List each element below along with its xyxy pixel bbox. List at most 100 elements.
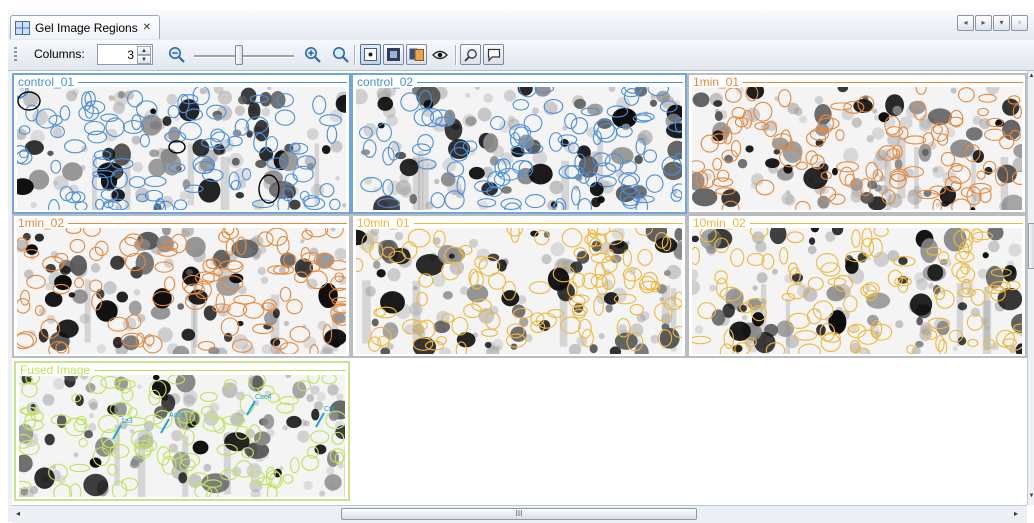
gel-image[interactable] (356, 87, 682, 210)
gel-spot-faint (409, 302, 424, 317)
visibility-eye-icon[interactable] (429, 44, 450, 65)
gel-spot-faint (249, 478, 263, 493)
gel-panel[interactable]: control_01 (12, 73, 351, 214)
maximize-button[interactable]: ▫ (1011, 15, 1028, 31)
gel-spot (547, 267, 570, 291)
gel-spot (713, 100, 723, 107)
gel-image[interactable] (692, 228, 1022, 354)
gel-spot (692, 188, 718, 207)
gel-spot-faint (531, 107, 539, 115)
gel-spot (112, 143, 131, 166)
scroll-up-icon[interactable]: ▲ (1028, 73, 1034, 79)
annotation-label[interactable]: 1a3 (121, 418, 133, 425)
gel-spot (610, 147, 634, 165)
gel-spot (95, 300, 118, 322)
gel-spot-faint (157, 327, 173, 343)
gel-spot (828, 310, 847, 335)
scroll-tabs-left-button[interactable]: ◂ (957, 15, 974, 31)
gel-panel[interactable]: 10min_01 (351, 214, 687, 358)
gel-spot (484, 341, 492, 348)
panel-title: 1min_01 (692, 75, 741, 89)
gel-spot-faint (851, 117, 862, 128)
zoom-fit-icon[interactable] (332, 46, 350, 64)
scroll-tabs-right-button[interactable]: ▸ (975, 15, 992, 31)
gel-panel[interactable]: control_02 (351, 73, 687, 214)
gel-spot (148, 158, 167, 177)
gel-spot-faint (709, 284, 717, 292)
gel-spot-faint (319, 490, 326, 497)
gel-spot-faint (741, 314, 748, 321)
gel-spot (957, 302, 968, 311)
toolbar-grip[interactable] (14, 47, 17, 63)
zoom-out-icon[interactable] (168, 46, 186, 64)
scroll-left-icon[interactable]: ◂ (16, 509, 20, 518)
gel-spot (85, 382, 96, 393)
gel-spot-faint (96, 344, 106, 354)
gel-spot-faint (365, 286, 376, 297)
gel-spot-faint (915, 278, 928, 291)
gel-image[interactable] (17, 228, 346, 354)
overlay-button[interactable] (406, 44, 427, 65)
vertical-scrollbar[interactable]: ▲ ▼ (1027, 71, 1034, 505)
show-image-button[interactable] (383, 44, 404, 65)
gel-spot (253, 431, 271, 446)
gel-spot-faint (79, 313, 90, 324)
gel-spot (321, 145, 331, 155)
gel-spot-faint (503, 89, 516, 102)
zoom-in-icon[interactable] (304, 46, 322, 64)
gel-spot (84, 430, 94, 439)
gel-spot-faint (132, 161, 143, 173)
gel-spot-faint (394, 231, 404, 241)
gel-spot (262, 414, 275, 430)
gel-spot (192, 139, 210, 157)
gel-panel[interactable]: 1min_01 (687, 73, 1027, 214)
gel-spot (110, 255, 125, 270)
gel-spot-faint (53, 378, 65, 390)
gel-spot (649, 99, 658, 107)
gel-spot-faint (217, 304, 229, 317)
horizontal-scrollbar[interactable]: ◂ III ▸ (12, 505, 1027, 523)
close-icon[interactable]: ✕ (143, 22, 151, 33)
columns-value[interactable]: 3 (127, 48, 134, 62)
annotation-label[interactable]: Acd1 (169, 412, 185, 419)
gel-image[interactable] (17, 87, 346, 210)
gel-spot (916, 317, 923, 326)
gel-panel[interactable]: 10min_02 (687, 214, 1027, 358)
gel-spot (589, 181, 604, 197)
gel-spot-faint (661, 313, 673, 325)
columns-spinner[interactable]: 3 ▲ ▼ (97, 44, 153, 65)
gel-spot (440, 172, 456, 187)
gel-spot-faint (932, 165, 945, 179)
zoom-slider-track[interactable] (194, 55, 294, 58)
show-spots-button[interactable] (360, 44, 381, 65)
gel-image[interactable] (356, 228, 682, 354)
tab-list-button[interactable]: ▾ (993, 15, 1010, 31)
gel-panel[interactable]: Fused Image Acd1 1a3 Cac4 Ct4 (14, 361, 350, 501)
gel-spot-faint (103, 281, 117, 295)
horizontal-scroll-thumb[interactable]: III (341, 508, 697, 520)
gel-spot-faint (326, 466, 335, 476)
scroll-down-icon[interactable]: ▼ (1028, 493, 1034, 499)
spinner-down-icon[interactable]: ▼ (137, 55, 151, 64)
gel-spot (45, 263, 56, 273)
gel-panel[interactable]: 1min_02 (12, 214, 351, 358)
vertical-scroll-thumb[interactable] (1028, 223, 1034, 269)
zoom-slider-thumb[interactable] (235, 45, 243, 65)
spinner-up-icon[interactable]: ▲ (137, 46, 151, 55)
gel-spot (892, 105, 902, 116)
gel-spot (231, 157, 240, 166)
annotation-label[interactable]: Ct4 (324, 406, 335, 413)
gel-image[interactable]: Acd1 1a3 Cac4 Ct4 (19, 375, 345, 497)
gel-spot-faint (300, 239, 305, 244)
scroll-right-icon[interactable]: ▸ (1014, 509, 1018, 518)
find-button[interactable] (460, 44, 481, 65)
gel-image[interactable] (692, 87, 1022, 210)
annotation-label[interactable]: Cac4 (255, 394, 271, 401)
annotation-button[interactable] (483, 44, 504, 65)
gel-spot (481, 182, 498, 196)
gel-spot (181, 328, 196, 341)
gel-spot (331, 339, 341, 348)
gel-spot (177, 303, 185, 310)
tab-gel-image-regions[interactable]: Gel Image Regions ✕ (10, 15, 160, 39)
gel-spot (292, 381, 307, 399)
